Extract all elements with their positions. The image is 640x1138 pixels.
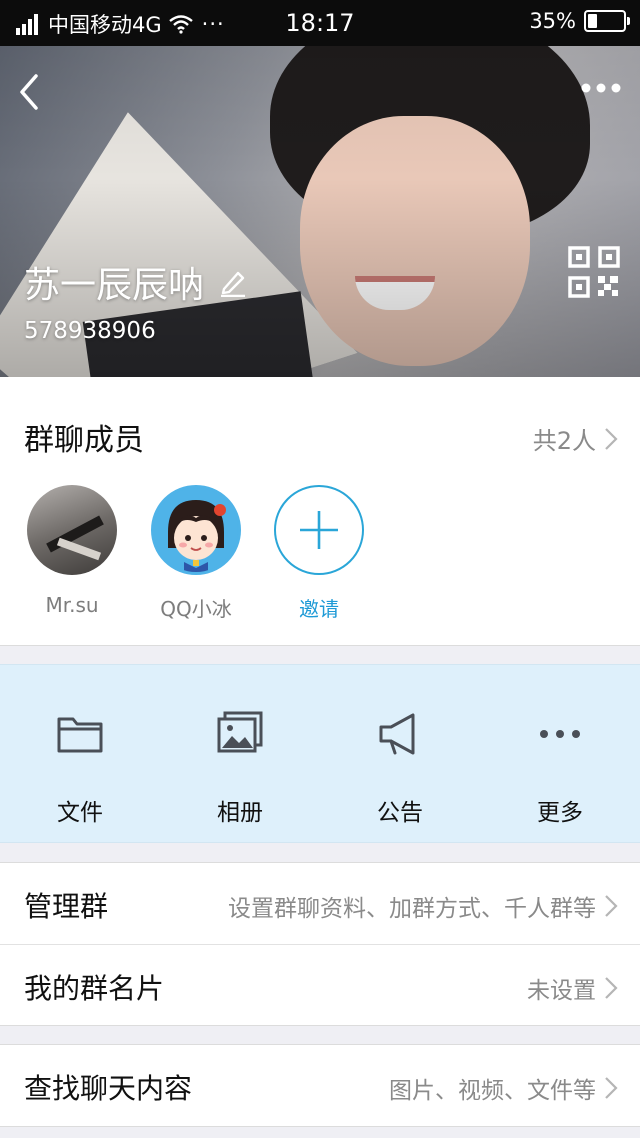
row-title: 我的群名片 [24,972,165,1005]
battery-percent: 35% [529,9,576,33]
more-action[interactable]: 更多 [480,709,640,827]
row-subtitle-wrap: 未设置 [527,971,618,1005]
avatar [151,485,241,575]
album-action[interactable]: 相册 [160,709,320,827]
action-label: 公告 [377,800,423,826]
chevron-right-icon [605,1077,618,1099]
files-action[interactable]: 文件 [0,709,160,827]
members-section: 群聊成员 共2人 Mr.su QQ小冰 邀请 [0,377,640,646]
album-icon [217,711,263,753]
action-label: 更多 [537,800,583,826]
row-subtitle: 设置群聊资料、加群方式、千人群等 [228,896,596,922]
more-icon[interactable] [580,76,622,100]
qq-xiaobing-avatar-icon [154,488,238,572]
invite-label: 邀请 [299,597,339,621]
battery-level [588,14,598,28]
action-label: 相册 [217,800,263,826]
manage-group-row[interactable]: 管理群 设置群聊资料、加群方式、千人群等 [0,863,640,944]
battery-icon [584,10,630,32]
invite-circle [274,485,364,575]
members-count: 共2人 [532,427,596,455]
member-item[interactable]: Mr.su [22,485,122,617]
member-name: Mr.su [45,593,99,617]
group-profile-screen: 中国移动4G ··· 18:17 35% 苏一辰辰呐 578938906 群聊成… [0,0,640,1138]
avatar [27,485,117,575]
members-title: 群聊成员 [24,423,144,458]
row-title: 管理群 [24,890,109,923]
search-group: 查找聊天内容 图片、视频、文件等 [0,1044,640,1127]
folder-icon [57,717,103,753]
settings-group: 管理群 设置群聊资料、加群方式、千人群等 我的群名片 未设置 [0,862,640,1026]
edit-icon[interactable] [218,267,248,297]
group-name-row[interactable]: 苏一辰辰呐 [24,256,248,308]
row-subtitle: 未设置 [527,978,596,1004]
status-bar: 中国移动4G ··· 18:17 35% [0,0,640,46]
back-icon[interactable] [14,70,46,114]
status-right: 35% [529,9,630,33]
member-name: QQ小冰 [160,597,232,621]
invite-button[interactable]: 邀请 [269,485,369,622]
row-subtitle-wrap: 图片、视频、文件等 [389,1071,618,1105]
search-chat-row[interactable]: 查找聊天内容 图片、视频、文件等 [0,1045,640,1126]
action-label: 文件 [57,800,103,826]
member-item[interactable]: QQ小冰 [146,485,246,622]
my-group-card-row[interactable]: 我的群名片 未设置 [0,944,640,1025]
announcement-action[interactable]: 公告 [320,709,480,827]
chevron-right-icon [605,895,618,917]
qr-code-icon[interactable] [568,246,620,298]
chevron-right-icon [605,977,618,999]
row-subtitle: 图片、视频、文件等 [389,1078,596,1104]
row-subtitle-wrap: 设置群聊资料、加群方式、千人群等 [228,889,618,923]
group-header: 苏一辰辰呐 578938906 [0,46,640,377]
action-grid: 文件 相册 公告 更多 [0,664,640,843]
members-count-link[interactable]: 共2人 [533,421,618,456]
row-title: 查找聊天内容 [24,1072,193,1105]
chevron-right-icon [605,427,618,450]
group-id: 578938906 [24,318,156,344]
plus-icon [300,511,338,549]
more-dots-icon [540,730,580,738]
megaphone-icon [379,713,415,755]
group-name: 苏一辰辰呐 [24,265,205,306]
